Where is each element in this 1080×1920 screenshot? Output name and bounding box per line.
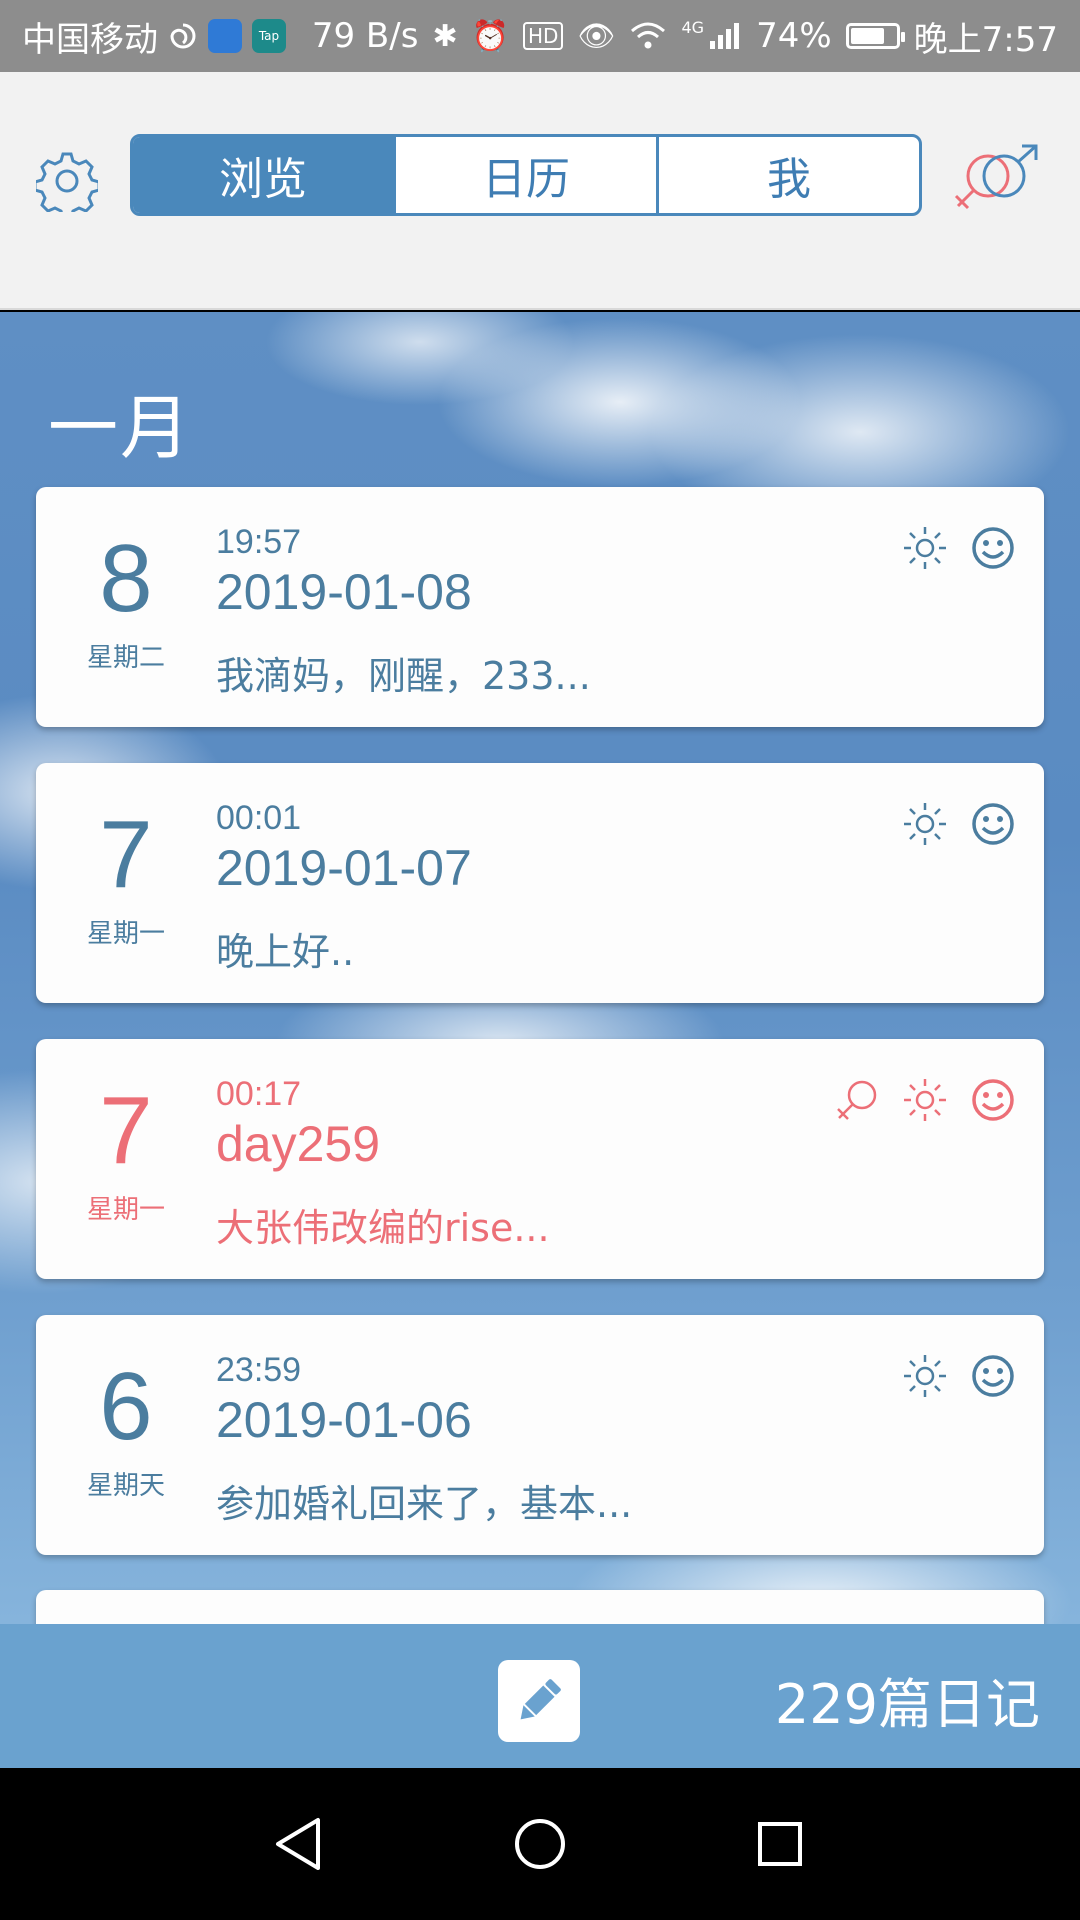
gear-icon[interactable] — [36, 150, 98, 212]
entry-title: 2019-01-08 — [216, 564, 472, 620]
smiley-icon — [972, 803, 1014, 845]
signal-icon — [710, 23, 740, 49]
gender-icon[interactable] — [950, 144, 1042, 216]
female-icon — [837, 1080, 877, 1120]
smiley-icon — [972, 527, 1014, 569]
alarm-icon: ⏰ — [471, 18, 509, 54]
smiley-icon — [972, 1079, 1014, 1121]
network-speed: 79 B/s — [311, 16, 419, 56]
diary-list[interactable]: 一月 8 星期二 19:57 2019-01-08 我滴妈，刚醒，233... … — [0, 312, 1080, 1624]
entry-day: 7 — [99, 1077, 153, 1184]
hd-icon: HD — [522, 22, 564, 50]
shield-app-icon — [208, 19, 242, 53]
entry-weekday: 星期二 — [86, 643, 165, 673]
entry-day: 7 — [99, 801, 153, 908]
entry-weekday: 星期一 — [86, 919, 165, 949]
entry-title: 2019-01-07 — [216, 840, 472, 896]
entry-snippet: 晚上好.. — [216, 930, 355, 974]
clock: 晚上7:57 — [913, 19, 1058, 60]
back-icon[interactable] — [268, 1812, 332, 1876]
diary-entry-card[interactable]: 7 星期一 00:17 day259 大张伟改编的rise... — [36, 1039, 1044, 1279]
entry-snippet: 我滴妈，刚醒，233... — [216, 654, 591, 698]
diary-entry-card[interactable]: 7 星期一 00:01 2019-01-07 晚上好.. — [36, 763, 1044, 1003]
system-nav-bar — [0, 1768, 1080, 1920]
entry-day: 8 — [99, 525, 153, 632]
sun-icon — [904, 527, 946, 569]
sun-icon — [904, 1355, 946, 1397]
taptap-app-icon: Tap — [252, 19, 286, 53]
entry-time: 00:01 — [216, 799, 302, 837]
write-diary-button[interactable] — [498, 1660, 580, 1742]
tab-me[interactable]: 我 — [659, 137, 919, 213]
pencil-icon — [520, 1679, 561, 1720]
entry-day: 6 — [99, 1353, 153, 1460]
wifi-icon — [631, 22, 666, 49]
entry-weekday: 星期一 — [86, 1195, 165, 1225]
battery-percent: 74% — [756, 16, 832, 56]
recents-icon[interactable] — [748, 1812, 812, 1876]
smiley-icon — [972, 1355, 1014, 1397]
tab-calendar[interactable]: 日历 — [396, 137, 659, 213]
entry-title: 2019-01-06 — [216, 1392, 472, 1448]
diary-entry-card-partial[interactable] — [36, 1590, 1044, 1624]
entry-snippet: 参加婚礼回来了，基本... — [216, 1482, 633, 1526]
swirl-icon — [170, 23, 196, 49]
entry-time: 23:59 — [216, 1351, 302, 1389]
home-icon[interactable] — [508, 1812, 572, 1876]
status-bar: 中国移动 Tap 79 B/s ✱ ⏰ HD 👁 4G 74% 晚上7:57 — [0, 0, 1080, 72]
entry-title: day259 — [216, 1116, 381, 1172]
entry-time: 19:57 — [216, 523, 302, 561]
bottom-bar: 229篇日记 — [0, 1624, 1080, 1768]
month-heading: 一月 — [48, 387, 192, 469]
sun-icon — [904, 803, 946, 845]
tab-browse[interactable]: 浏览 — [133, 137, 396, 213]
entry-weekday: 星期天 — [86, 1471, 165, 1501]
diary-entry-card[interactable]: 8 星期二 19:57 2019-01-08 我滴妈，刚醒，233... — [36, 487, 1044, 727]
view-tabs: 浏览 日历 我 — [130, 134, 922, 216]
diary-count: 229篇日记 — [774, 1673, 1040, 1736]
network-type: 4G — [681, 17, 705, 37]
diary-entry-card[interactable]: 6 星期天 23:59 2019-01-06 参加婚礼回来了，基本... — [36, 1315, 1044, 1555]
entry-snippet: 大张伟改编的rise... — [216, 1206, 550, 1250]
eye-icon: 👁 — [577, 18, 616, 54]
battery-icon — [845, 23, 905, 49]
bluetooth-icon: ✱ — [432, 18, 458, 54]
entry-time: 00:17 — [216, 1075, 302, 1113]
carrier-label: 中国移动 — [22, 19, 158, 60]
app-header: 浏览 日历 我 — [0, 72, 1080, 310]
sun-icon — [904, 1079, 946, 1121]
